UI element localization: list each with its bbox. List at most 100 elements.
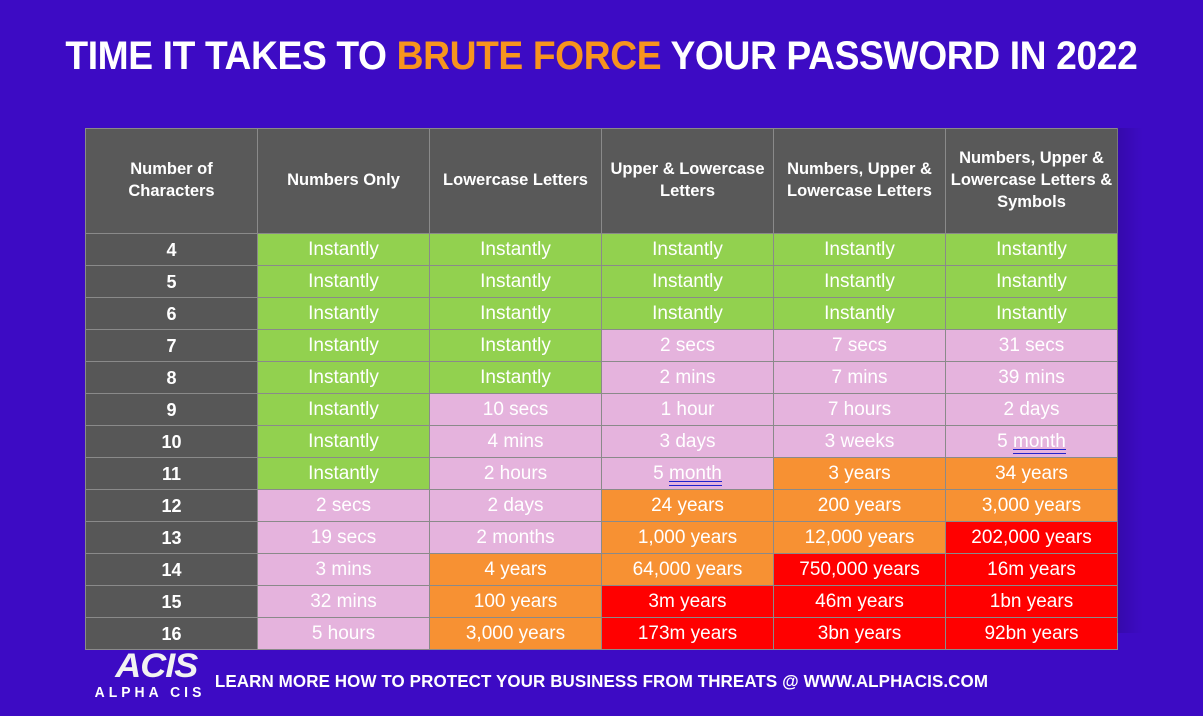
cell-text-prefix: 5 bbox=[997, 430, 1014, 452]
crack-time-cell: Instantly bbox=[429, 361, 602, 394]
crack-time-cell: 200 years bbox=[773, 489, 946, 522]
row-label-character-count: 9 bbox=[85, 393, 258, 426]
table-row: 15 32 mins 100 years 3m years 46m years 1bn y… bbox=[85, 585, 1118, 618]
row-label-character-count: 4 bbox=[85, 233, 258, 266]
crack-time-cell: 2 days bbox=[945, 393, 1118, 426]
crack-time-cell: Instantly bbox=[257, 425, 430, 458]
crack-time-cell: 7 mins bbox=[773, 361, 946, 394]
crack-time-cell: 24 years bbox=[601, 489, 774, 522]
footer-tagline: LEARN MORE HOW TO PROTECT YOUR BUSINESS … bbox=[214, 671, 989, 691]
crack-time-cell: Instantly bbox=[601, 265, 774, 298]
row-label-character-count: 14 bbox=[85, 553, 258, 586]
crack-time-cell: Instantly bbox=[429, 329, 602, 362]
crack-time-cell: 7 secs bbox=[773, 329, 946, 362]
crack-time-cell: Instantly bbox=[257, 393, 430, 426]
table-row: 8 Instantly Instantly 2 mins 7 mins 39 mins bbox=[85, 361, 1118, 394]
crack-time-cell: 39 mins bbox=[945, 361, 1118, 394]
crack-time-cell: 7 hours bbox=[773, 393, 946, 426]
crack-time-cell: 3 days bbox=[601, 425, 774, 458]
page-title: TIME IT TAKES TO BRUTE FORCE YOUR PASSWO… bbox=[0, 36, 1203, 76]
row-label-character-count: 6 bbox=[85, 297, 258, 330]
crack-time-cell: 2 secs bbox=[257, 489, 430, 522]
table-header: Number of Characters Numbers Only Lowerc… bbox=[85, 128, 1118, 234]
column-header-numbers-upper-lowercase-letters-symbols: Numbers, Upper & Lowercase Letters & Sym… bbox=[945, 128, 1118, 234]
spellcheck-underlined-word: month bbox=[1013, 430, 1066, 454]
crack-time-cell: 46m years bbox=[773, 585, 946, 618]
crack-time-cell: Instantly bbox=[945, 297, 1118, 330]
table-row: 7 Instantly Instantly 2 secs 7 secs 31 secs bbox=[85, 329, 1118, 362]
crack-time-cell: 2 secs bbox=[601, 329, 774, 362]
column-header-lowercase-letters: Lowercase Letters bbox=[429, 128, 602, 234]
table-row: 11 Instantly 2 hours 5 month 3 years 34 years bbox=[85, 457, 1118, 490]
crack-time-cell: 202,000 years bbox=[945, 521, 1118, 554]
crack-time-cell: Instantly bbox=[257, 457, 430, 490]
table: Number of Characters Numbers Only Lowerc… bbox=[85, 128, 1118, 650]
crack-time-cell: 100 years bbox=[429, 585, 602, 618]
crack-time-cell: 3,000 years bbox=[945, 489, 1118, 522]
crack-time-cell: 12,000 years bbox=[773, 521, 946, 554]
crack-time-cell: Instantly bbox=[945, 265, 1118, 298]
table-row: 6 Instantly Instantly Instantly Instantly Ins… bbox=[85, 297, 1118, 330]
password-crack-time-table: Number of Characters Numbers Only Lowerc… bbox=[85, 128, 1118, 650]
row-label-character-count: 10 bbox=[85, 425, 258, 458]
crack-time-cell: 16m years bbox=[945, 553, 1118, 586]
crack-time-cell: Instantly bbox=[945, 233, 1118, 266]
crack-time-cell: Instantly bbox=[601, 233, 774, 266]
row-label-character-count: 8 bbox=[85, 361, 258, 394]
crack-time-cell: 750,000 years bbox=[773, 553, 946, 586]
column-header-upper-lowercase-letters: Upper & Lowercase Letters bbox=[601, 128, 774, 234]
crack-time-cell: 3 weeks bbox=[773, 425, 946, 458]
title-part-2: YOUR PASSWORD IN 2022 bbox=[661, 34, 1138, 78]
crack-time-cell: 1,000 years bbox=[601, 521, 774, 554]
column-header-numbers-only: Numbers Only bbox=[257, 128, 430, 234]
row-label-character-count: 5 bbox=[85, 265, 258, 298]
crack-time-cell: Instantly bbox=[257, 329, 430, 362]
cell-text-prefix: 5 bbox=[653, 462, 670, 484]
crack-time-cell: 31 secs bbox=[945, 329, 1118, 362]
row-label-character-count: 15 bbox=[85, 585, 258, 618]
table-row: 9 Instantly 10 secs 1 hour 7 hours 2 days bbox=[85, 393, 1118, 426]
crack-time-cell: 5 month bbox=[601, 457, 774, 490]
crack-time-cell: 3 mins bbox=[257, 553, 430, 586]
crack-time-cell: 2 months bbox=[429, 521, 602, 554]
row-label-character-count: 12 bbox=[85, 489, 258, 522]
crack-time-cell: 2 hours bbox=[429, 457, 602, 490]
crack-time-cell: Instantly bbox=[601, 297, 774, 330]
table-edge-shadow bbox=[1117, 128, 1143, 633]
row-label-character-count: 11 bbox=[85, 457, 258, 490]
crack-time-cell: Instantly bbox=[773, 233, 946, 266]
table-row: 5 Instantly Instantly Instantly Instantly Ins… bbox=[85, 265, 1118, 298]
title-accent: BRUTE FORCE bbox=[396, 34, 662, 78]
crack-time-cell: 64,000 years bbox=[601, 553, 774, 586]
crack-time-cell: 5 month bbox=[945, 425, 1118, 458]
crack-time-cell: 2 mins bbox=[601, 361, 774, 394]
crack-time-cell: Instantly bbox=[257, 265, 430, 298]
row-label-character-count: 13 bbox=[85, 521, 258, 554]
crack-time-cell: 1bn years bbox=[945, 585, 1118, 618]
table-row: 10 Instantly 4 mins 3 days 3 weeks 5 month bbox=[85, 425, 1118, 458]
column-header-number-of-characters: Number of Characters bbox=[85, 128, 258, 234]
crack-time-cell: 4 mins bbox=[429, 425, 602, 458]
crack-time-cell: Instantly bbox=[257, 297, 430, 330]
crack-time-cell: Instantly bbox=[773, 265, 946, 298]
table-row: 13 19 secs 2 months 1,000 years 12,000 years… bbox=[85, 521, 1118, 554]
table-row: 14 3 mins 4 years 64,000 years 750,000 years… bbox=[85, 553, 1118, 586]
crack-time-cell: 19 secs bbox=[257, 521, 430, 554]
crack-time-cell: 1 hour bbox=[601, 393, 774, 426]
crack-time-cell: 10 secs bbox=[429, 393, 602, 426]
crack-time-cell: 3m years bbox=[601, 585, 774, 618]
crack-time-cell: Instantly bbox=[257, 361, 430, 394]
row-label-character-count: 7 bbox=[85, 329, 258, 362]
crack-time-cell: 34 years bbox=[945, 457, 1118, 490]
crack-time-cell: 4 years bbox=[429, 553, 602, 586]
table-row: 4 Instantly Instantly Instantly Instantly Ins… bbox=[85, 233, 1118, 266]
crack-time-cell: Instantly bbox=[257, 233, 430, 266]
table-row: 12 2 secs 2 days 24 years 200 years 3,000 yea… bbox=[85, 489, 1118, 522]
crack-time-cell: 32 mins bbox=[257, 585, 430, 618]
footer: ACIS ALPHA CIS LEARN MORE HOW TO PROTECT… bbox=[0, 645, 1203, 707]
crack-time-cell: 3 years bbox=[773, 457, 946, 490]
column-header-numbers-upper-lowercase-letters: Numbers, Upper & Lowercase Letters bbox=[773, 128, 946, 234]
spellcheck-underlined-word: month bbox=[669, 462, 722, 486]
title-part-1: TIME IT TAKES TO bbox=[65, 34, 397, 78]
table-body: 4 Instantly Instantly Instantly Instantly Ins… bbox=[85, 233, 1118, 650]
